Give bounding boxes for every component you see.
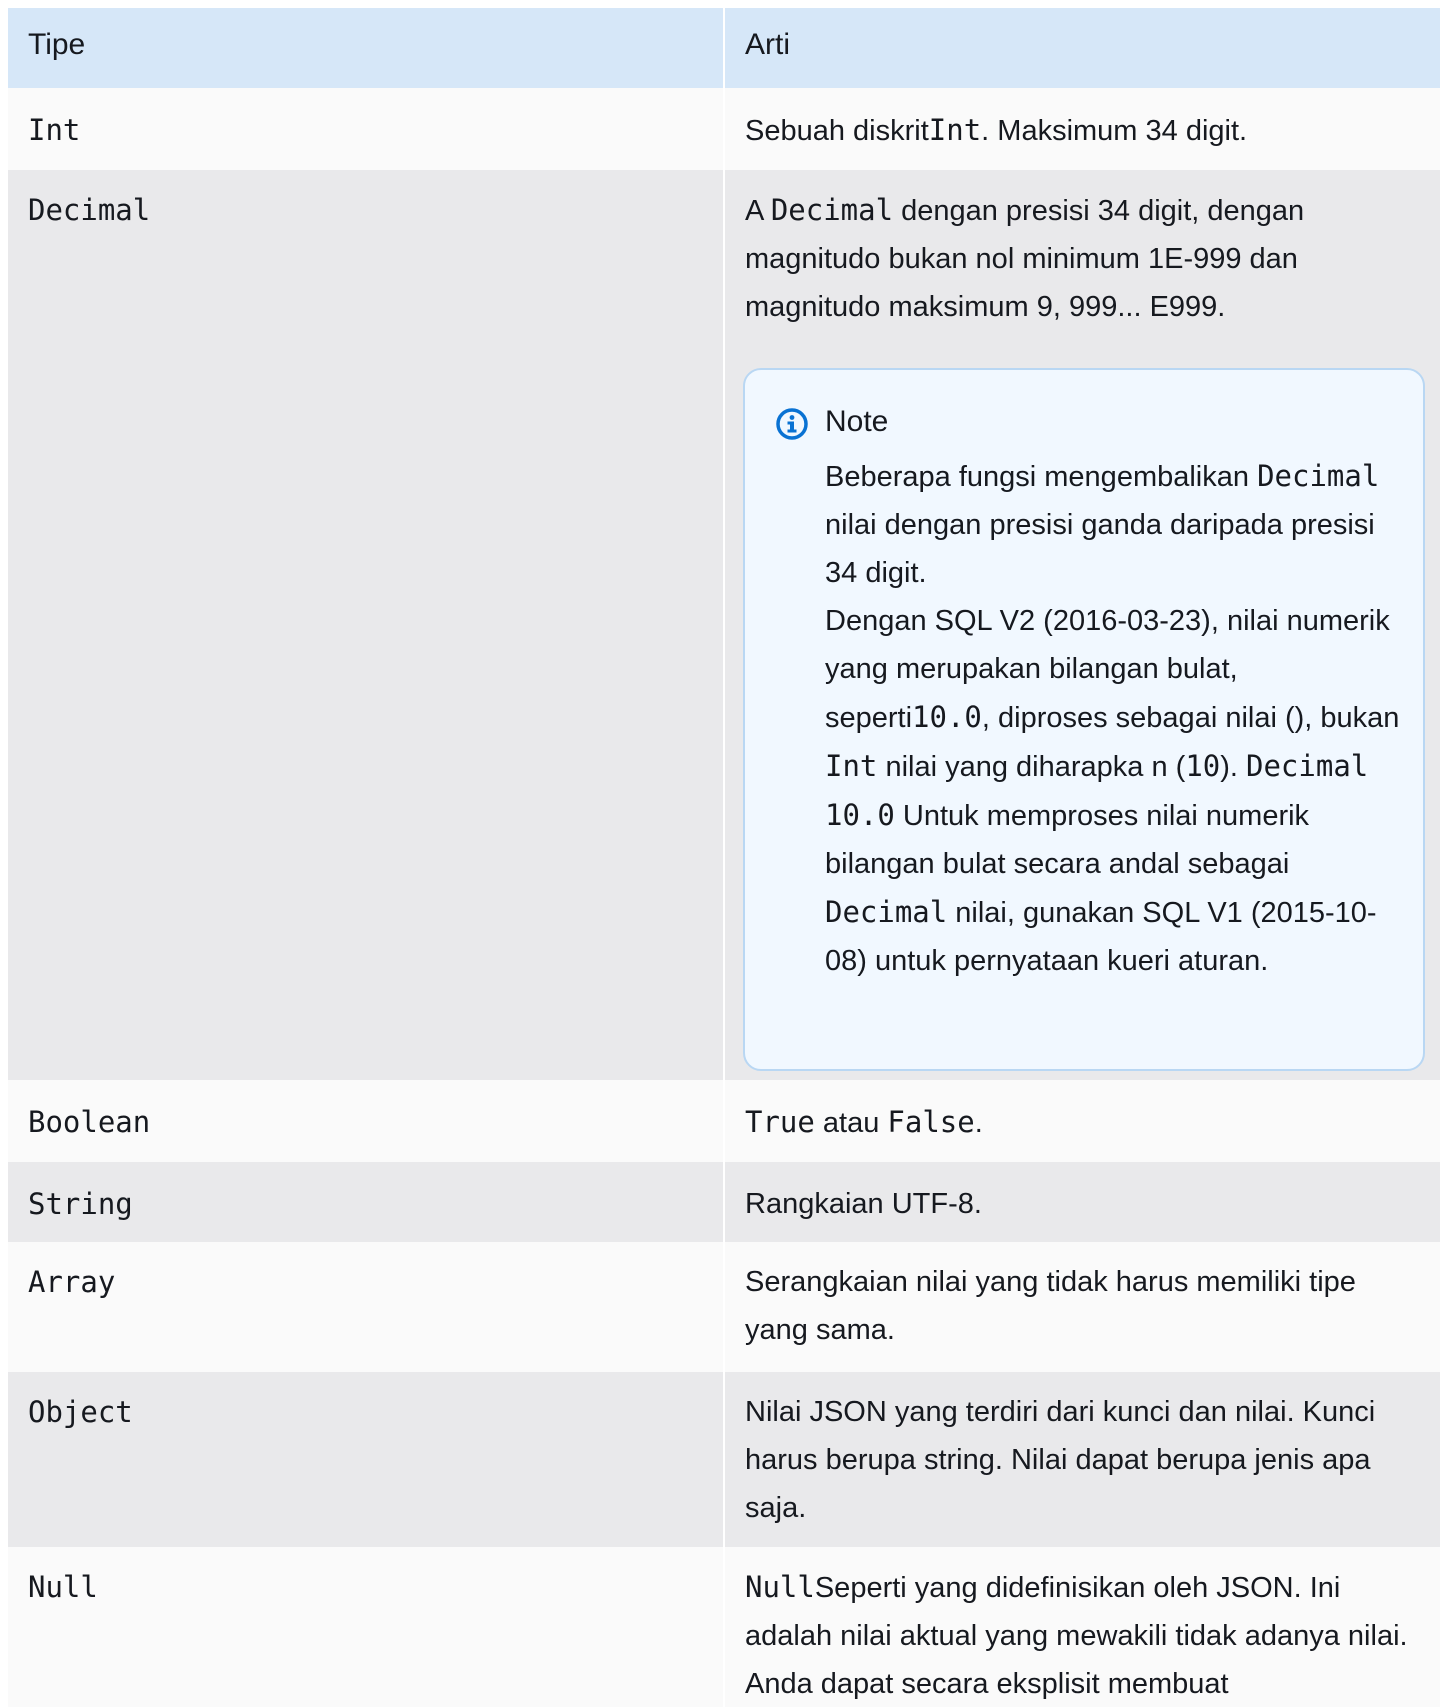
table-header: Tipe Arti bbox=[8, 8, 1440, 88]
type-cell: Int bbox=[8, 88, 725, 170]
meaning-cell: A Decimal dengan presisi 34 digit, denga… bbox=[725, 170, 1440, 1080]
note-paragraph: Dengan SQL V2 (2016-03-23), nilai numeri… bbox=[825, 605, 1400, 977]
meaning-cell: Rangkaian UTF-8. bbox=[745, 1188, 982, 1220]
table-row: Int Sebuah diskritInt. Maksimum 34 digit… bbox=[8, 88, 1440, 170]
table-row: Object Nilai JSON yang terdiri dari kunc… bbox=[8, 1372, 1440, 1547]
meaning-cell: Serangkaian nilai yang tidak harus memil… bbox=[745, 1266, 1356, 1346]
note-paragraph: Beberapa fungsi mengembalikan Decimal ni… bbox=[825, 459, 1380, 589]
type-cell: Object bbox=[8, 1372, 725, 1547]
table-row: Decimal A Decimal dengan presisi 34 digi… bbox=[8, 170, 1440, 1080]
note-callout: Note Beberapa fungsi mengembalikan Decim… bbox=[743, 368, 1425, 1071]
meaning-cell: NullSeperti yang didefinisikan oleh JSON… bbox=[745, 1570, 1408, 1700]
meaning-cell: Nilai JSON yang terdiri dari kunci dan n… bbox=[745, 1396, 1376, 1524]
type-cell: String bbox=[8, 1162, 725, 1242]
meaning-cell: True atau False. bbox=[745, 1105, 983, 1139]
header-meaning: Arti bbox=[745, 28, 790, 61]
meaning-text: A Decimal dengan presisi 34 digit, denga… bbox=[745, 193, 1305, 323]
info-icon bbox=[776, 408, 808, 440]
table-row: String Rangkaian UTF-8. bbox=[8, 1162, 1440, 1242]
table-row: Null NullSeperti yang didefinisikan oleh… bbox=[8, 1547, 1440, 1707]
note-body: Beberapa fungsi mengembalikan Decimal ni… bbox=[825, 452, 1403, 985]
table-row: Boolean True atau False. bbox=[8, 1080, 1440, 1162]
type-cell: Boolean bbox=[8, 1080, 725, 1162]
header-type: Tipe bbox=[8, 8, 725, 88]
data-types-table: Tipe Arti Int Sebuah diskritInt. Maksimu… bbox=[8, 8, 1440, 1707]
meaning-cell: Sebuah diskritInt. Maksimum 34 digit. bbox=[745, 113, 1248, 147]
note-title: Note bbox=[825, 405, 889, 438]
note-header: Note bbox=[775, 400, 1403, 444]
type-cell: Array bbox=[8, 1242, 725, 1372]
type-cell: Decimal bbox=[8, 170, 725, 1080]
table-row: Array Serangkaian nilai yang tidak harus… bbox=[8, 1242, 1440, 1372]
type-cell: Null bbox=[8, 1547, 725, 1707]
